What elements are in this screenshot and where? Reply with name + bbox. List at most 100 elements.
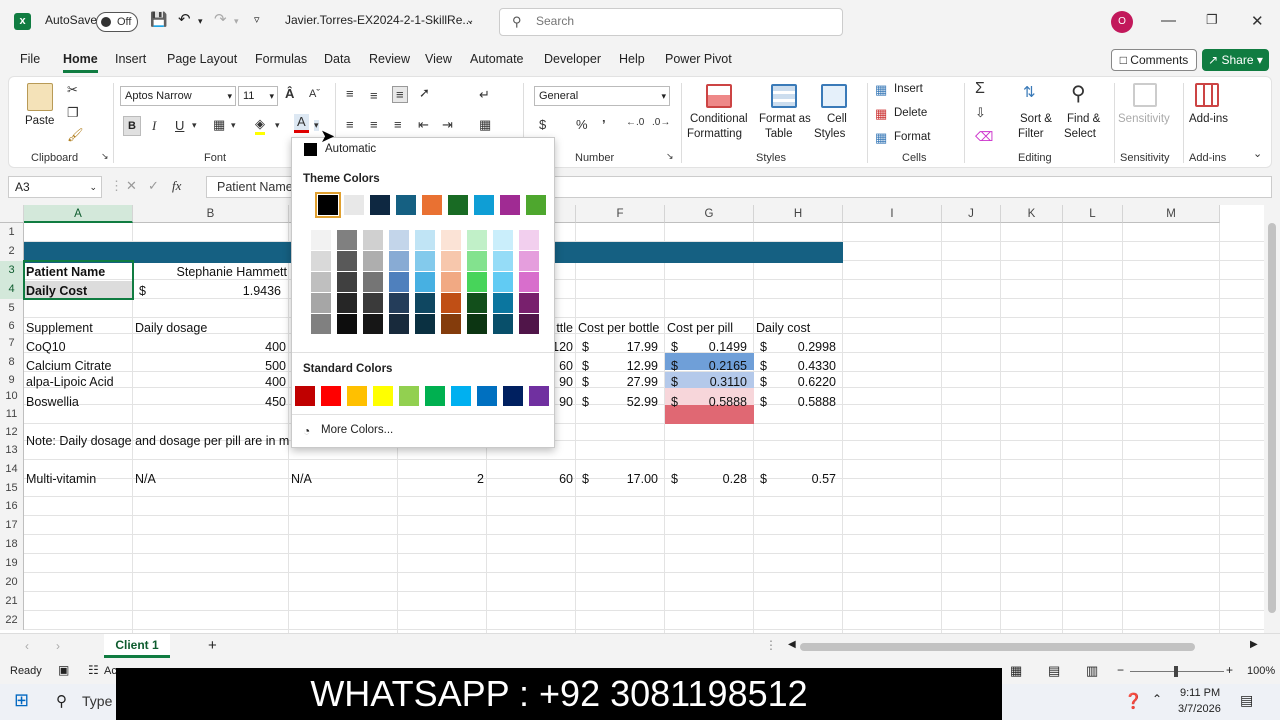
theme-shade-swatch[interactable] bbox=[415, 293, 435, 313]
font-size-select[interactable]: 11 ▾ bbox=[238, 86, 278, 106]
theme-shade-swatch[interactable] bbox=[311, 293, 331, 313]
conditional-formatting-label2[interactable]: Formatting bbox=[687, 128, 742, 140]
theme-color-swatch[interactable] bbox=[370, 195, 390, 215]
theme-shade-swatch[interactable] bbox=[415, 314, 435, 334]
find-select-label2[interactable]: Select bbox=[1064, 128, 1096, 140]
find-select-icon[interactable]: ⚲ bbox=[1071, 81, 1086, 106]
theme-color-swatch[interactable] bbox=[396, 195, 416, 215]
cell-b3[interactable]: Stephanie Hammett bbox=[135, 265, 287, 279]
cell-f14[interactable]: 17.00 bbox=[578, 472, 658, 486]
row-header-22[interactable]: 22 bbox=[0, 611, 24, 630]
theme-shade-swatch[interactable] bbox=[441, 293, 461, 313]
tab-insert[interactable]: Insert bbox=[115, 52, 146, 66]
column-header-f[interactable]: F bbox=[576, 205, 665, 223]
bold-button[interactable]: B bbox=[123, 116, 141, 136]
theme-shade-swatch[interactable] bbox=[493, 251, 513, 271]
theme-shade-swatch[interactable] bbox=[363, 314, 383, 334]
notifications-icon[interactable]: ▤ bbox=[1240, 692, 1253, 709]
column-header-a[interactable]: A bbox=[24, 205, 133, 223]
customize-qat-icon[interactable]: ▿ bbox=[254, 13, 260, 26]
theme-shade-swatch[interactable] bbox=[337, 293, 357, 313]
cell-styles-icon[interactable] bbox=[821, 84, 847, 108]
delete-cells-button[interactable]: Delete bbox=[894, 107, 927, 119]
taskbar-search-icon[interactable]: ⚲ bbox=[56, 692, 67, 710]
number-format-select[interactable]: General ▾ bbox=[534, 86, 670, 106]
automatic-swatch[interactable] bbox=[304, 143, 317, 156]
theme-shade-swatch[interactable] bbox=[337, 251, 357, 271]
italic-button[interactable]: I bbox=[152, 118, 156, 134]
theme-shade-swatch[interactable] bbox=[467, 251, 487, 271]
undo-icon[interactable]: ↶ bbox=[178, 10, 191, 28]
align-right-icon[interactable]: ≡ bbox=[394, 117, 402, 132]
row-header-15[interactable]: 15 bbox=[0, 479, 24, 497]
standard-color-swatch[interactable] bbox=[503, 386, 523, 406]
font-color-icon[interactable]: A bbox=[294, 114, 309, 133]
row-header-21[interactable]: 21 bbox=[0, 592, 24, 611]
theme-shade-swatch[interactable] bbox=[441, 230, 461, 250]
increase-indent-icon[interactable]: ⇥ bbox=[442, 117, 453, 133]
comma-style-icon[interactable]: ’ bbox=[602, 117, 606, 132]
clipboard-launcher-icon[interactable]: ↘ bbox=[101, 151, 109, 162]
theme-shade-swatch[interactable] bbox=[415, 272, 435, 292]
theme-shade-swatch[interactable] bbox=[363, 230, 383, 250]
standard-color-swatch[interactable] bbox=[477, 386, 497, 406]
align-top-icon[interactable]: ≡ bbox=[346, 86, 354, 101]
cell-a3[interactable]: Patient Name bbox=[26, 265, 105, 279]
cell-f10[interactable]: 52.99 bbox=[578, 395, 658, 409]
redo-dropdown-icon[interactable]: ▾ bbox=[234, 16, 239, 27]
autosum-icon[interactable]: Σ bbox=[975, 80, 985, 98]
horizontal-scroll-thumb[interactable] bbox=[800, 643, 1195, 651]
tab-formulas[interactable]: Formulas bbox=[255, 52, 307, 66]
cell-f9[interactable]: 27.99 bbox=[578, 375, 658, 389]
zoom-level[interactable]: 100% bbox=[1247, 665, 1275, 677]
cell-g6[interactable]: Cost per pill bbox=[667, 321, 733, 335]
cell-a14[interactable]: Multi-vitamin bbox=[26, 472, 96, 486]
find-select-label[interactable]: Find & bbox=[1067, 113, 1100, 125]
tab-splitter-icon[interactable]: ⋮ bbox=[765, 638, 777, 652]
windows-start-icon[interactable]: ⊞ bbox=[14, 690, 29, 711]
format-as-table-icon[interactable] bbox=[771, 84, 797, 108]
conditional-formatting-label[interactable]: Conditional bbox=[690, 113, 748, 125]
tray-chevron-icon[interactable]: ⌃ bbox=[1152, 692, 1162, 706]
cell-styles-label2[interactable]: Styles bbox=[814, 128, 845, 140]
cell-d14[interactable]: 2 bbox=[400, 472, 484, 486]
cell-a8[interactable]: Calcium Citrate bbox=[26, 359, 111, 373]
theme-color-swatch[interactable] bbox=[474, 195, 494, 215]
theme-color-swatch[interactable] bbox=[422, 195, 442, 215]
add-sheet-icon[interactable]: + bbox=[208, 637, 217, 654]
theme-shade-swatch[interactable] bbox=[389, 230, 409, 250]
cell-a9[interactable]: alpa-Lipoic Acid bbox=[26, 375, 114, 389]
column-header-m[interactable]: M bbox=[1123, 205, 1220, 223]
underline-dropdown-icon[interactable]: ▾ bbox=[192, 120, 197, 131]
theme-shade-swatch[interactable] bbox=[467, 230, 487, 250]
cell-a7[interactable]: CoQ10 bbox=[26, 340, 66, 354]
theme-shade-swatch[interactable] bbox=[415, 230, 435, 250]
taskbar-date[interactable]: 3/7/2026 bbox=[1178, 703, 1221, 715]
fill-color-dropdown-icon[interactable]: ▾ bbox=[275, 120, 280, 131]
sort-filter-label2[interactable]: Filter bbox=[1018, 128, 1044, 140]
row-header-2[interactable]: 2 bbox=[0, 242, 24, 261]
align-middle-icon[interactable]: ≡ bbox=[370, 88, 378, 103]
select-all-corner[interactable] bbox=[0, 205, 24, 223]
cell-a10[interactable]: Boswellia bbox=[26, 395, 79, 409]
taskbar-search-input[interactable]: Type bbox=[82, 693, 112, 709]
minimize-icon[interactable]: — bbox=[1161, 12, 1176, 29]
cell-a4[interactable]: Daily Cost bbox=[26, 284, 87, 298]
format-as-table-label[interactable]: Format as bbox=[759, 113, 811, 125]
standard-color-swatch[interactable] bbox=[321, 386, 341, 406]
theme-shade-swatch[interactable] bbox=[389, 251, 409, 271]
row-header-7[interactable]: 7 bbox=[0, 334, 24, 353]
cell-a6[interactable]: Supplement bbox=[26, 321, 93, 335]
cell-h8[interactable]: 0.4330 bbox=[756, 359, 836, 373]
row-header-12[interactable]: 12 bbox=[0, 424, 24, 441]
cell-c14[interactable]: N/A bbox=[291, 472, 312, 486]
redo-icon[interactable]: ↷ bbox=[214, 10, 227, 28]
theme-shade-swatch[interactable] bbox=[493, 293, 513, 313]
theme-shade-swatch[interactable] bbox=[519, 293, 539, 313]
column-header-h[interactable]: H bbox=[754, 205, 843, 223]
paste-button[interactable]: Paste bbox=[25, 115, 54, 127]
number-launcher-icon[interactable]: ↘ bbox=[666, 151, 674, 162]
theme-shade-swatch[interactable] bbox=[311, 272, 331, 292]
theme-color-swatch[interactable] bbox=[500, 195, 520, 215]
name-box[interactable]: A3 ⌄ bbox=[8, 176, 102, 198]
